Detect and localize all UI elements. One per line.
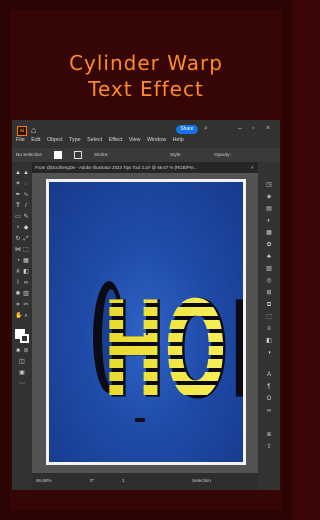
stroke-color-icon[interactable]	[20, 334, 29, 343]
share-button[interactable]: Share	[176, 125, 198, 134]
drawing-mode-icon[interactable]: ◫	[19, 359, 25, 365]
minimize-icon[interactable]: –	[238, 125, 242, 132]
artboard[interactable]: HOPE HOPE	[46, 179, 246, 465]
slice-tool-icon[interactable]: ✂	[23, 302, 29, 308]
control-bar: No Selection Stroke: Style: Opacity:	[12, 148, 280, 162]
artboards-panel-icon[interactable]: ⧈	[265, 432, 273, 439]
menu-file[interactable]: File	[16, 137, 25, 143]
type-tool-icon[interactable]: T	[15, 203, 21, 209]
layers-icon[interactable]: ◈	[265, 194, 273, 201]
menu-type[interactable]: Type	[69, 137, 81, 143]
color-mode-icon[interactable]: ■	[15, 348, 21, 354]
character-icon[interactable]: A	[265, 372, 273, 379]
scale-tool-icon[interactable]: ⤢	[23, 236, 29, 242]
rectangle-tool-icon[interactable]: ▭	[15, 214, 21, 220]
curvature-tool-icon[interactable]: ∿	[23, 192, 29, 198]
none-mode-icon[interactable]: ⊘	[23, 348, 29, 354]
lasso-icon[interactable]: ◌	[23, 181, 29, 187]
width-tool-icon[interactable]: ⋈	[15, 247, 21, 253]
swatches-icon[interactable]: ▦	[265, 230, 273, 237]
gradient-panel-icon[interactable]: ◧	[265, 338, 273, 345]
screen-mode-icon[interactable]: ▣	[19, 370, 25, 376]
stroke-label: Stroke:	[94, 152, 109, 157]
brushes-icon[interactable]: ✿	[265, 242, 273, 249]
perspective-grid-icon[interactable]: ▦	[23, 258, 29, 264]
maximize-icon[interactable]: ▫	[252, 125, 254, 132]
overlay-title-line2: Text Effect	[88, 77, 204, 101]
stroke-panel-icon[interactable]: ≡	[265, 326, 273, 333]
search-icon[interactable]: ⌕	[204, 125, 208, 133]
status-bar: 66.68% 0° 1 Selection	[32, 473, 258, 490]
document-tab[interactable]: From @DucthengDe - Adobe Illustrator 202…	[32, 162, 258, 173]
opentype-icon[interactable]: O	[265, 396, 273, 403]
libraries-icon[interactable]: ▤	[265, 206, 273, 213]
pen-tool-icon[interactable]: ✒	[15, 192, 21, 198]
blend-tool-icon[interactable]: ∞	[23, 280, 29, 286]
stroke-swatch[interactable]	[74, 151, 82, 159]
menu-bar: Ai ⌂ Share ⌕ – ▫ × File Edit Object Type…	[12, 120, 280, 148]
menu-edit[interactable]: Edit	[31, 137, 40, 143]
transform-icon[interactable]: ⬚	[265, 314, 273, 321]
tools-panel: ▲ ▲ ✶ ◌ ✒ ∿ T / ▭ ✎ ♆ ◆ ↻ ⤢ ⋈ ⬚ ◔ ▦ # ◧ …	[12, 162, 32, 490]
eraser-tool-icon[interactable]: ◆	[23, 225, 29, 231]
rotation-angle[interactable]: 0°	[90, 478, 94, 483]
right-panel-dock: ◳ ◈ ▤ ◐ ▦ ✿ ♣ ▨ ◎ ⊞ ⧉ ⬚ ≡ ◧ ◑ A ¶ O ∞ ⧈ …	[258, 162, 280, 490]
illustrator-logo: Ai	[17, 126, 27, 136]
menu-select[interactable]: Select	[87, 137, 102, 143]
overlay-title-line1: Cylinder Warp	[69, 51, 223, 75]
shape-builder-icon[interactable]: ◔	[15, 258, 21, 264]
zoom-level[interactable]: 66.68%	[36, 478, 52, 483]
menu-view[interactable]: View	[129, 137, 141, 143]
more-tools-icon[interactable]: ⋯	[19, 381, 25, 387]
paragraph-icon[interactable]: ¶	[265, 384, 273, 391]
menu-object[interactable]: Object	[47, 137, 63, 143]
document-tab-title: From @DucthengDe - Adobe Illustrator 202…	[35, 165, 198, 170]
page-number[interactable]: 1	[122, 478, 125, 483]
selection-label: No Selection	[16, 152, 43, 157]
illustrator-window: Ai ⌂ Share ⌕ – ▫ × File Edit Object Type…	[12, 120, 280, 490]
fill-swatch[interactable]	[54, 151, 62, 159]
menu-items: File Edit Object Type Select Effect View…	[16, 137, 189, 143]
hand-tool-icon[interactable]: ✋	[15, 313, 22, 319]
appearance-icon[interactable]: ◎	[265, 278, 273, 285]
opacity-label: Opacity:	[214, 152, 231, 157]
anchor-widget-icon[interactable]	[135, 418, 145, 422]
artboard-tool-icon[interactable]: ⌗	[15, 302, 21, 308]
graph-tool-icon[interactable]: ▥	[23, 291, 29, 297]
close-icon[interactable]: ×	[266, 125, 270, 132]
center-point	[145, 332, 149, 336]
transparency-icon[interactable]: ◑	[265, 350, 273, 357]
color-icon[interactable]: ◐	[265, 218, 273, 225]
hope-cylinder-text[interactable]: HOPE HOPE	[49, 182, 243, 462]
zoom-tool-icon[interactable]: ⌕	[23, 313, 29, 319]
pencil-tool-icon[interactable]: ✎	[23, 214, 29, 220]
gradient-tool-icon[interactable]: ◧	[23, 269, 29, 275]
selection-tool-icon[interactable]: ▲	[15, 170, 21, 176]
mesh-tool-icon[interactable]: #	[15, 269, 21, 275]
line-tool-icon[interactable]: /	[23, 203, 29, 209]
canvas-area[interactable]: HOPE HOPE	[32, 173, 258, 473]
direct-selection-tool-icon[interactable]: ▲	[23, 170, 29, 176]
menu-window[interactable]: Window	[147, 137, 166, 143]
menu-effect[interactable]: Effect	[109, 137, 123, 143]
rotate-tool-icon[interactable]: ↻	[15, 236, 21, 242]
eyedropper-icon[interactable]: ⌇	[15, 280, 21, 286]
pathfinder-icon[interactable]: ⧉	[265, 302, 273, 309]
free-transform-icon[interactable]: ⬚	[23, 247, 29, 253]
home-icon[interactable]: ⌂	[31, 125, 36, 135]
links-icon[interactable]: ∞	[265, 408, 273, 415]
brush-tool-icon[interactable]: ♆	[15, 225, 21, 231]
symbol-sprayer-icon[interactable]: ✺	[15, 291, 21, 297]
menu-help[interactable]: Help	[173, 137, 184, 143]
asset-export-icon[interactable]: ⇪	[265, 444, 273, 451]
graphic-styles-icon[interactable]: ▨	[265, 266, 273, 273]
symbols-icon[interactable]: ♣	[265, 254, 273, 261]
style-label: Style:	[170, 152, 182, 157]
properties-icon[interactable]: ◳	[265, 182, 273, 189]
current-tool: Selection	[192, 478, 211, 483]
tab-close-icon[interactable]: ×	[251, 165, 254, 170]
magic-wand-icon[interactable]: ✶	[15, 181, 21, 187]
align-icon[interactable]: ⊞	[265, 290, 273, 297]
